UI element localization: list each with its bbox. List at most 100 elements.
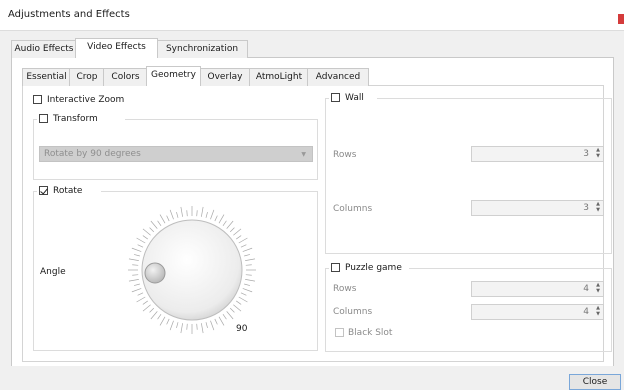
dial-tick <box>240 292 247 296</box>
dial-tick <box>166 215 170 222</box>
dial-tick <box>196 210 198 217</box>
dial-tick <box>245 274 252 276</box>
wall-checkbox[interactable] <box>331 93 340 102</box>
black-slot-checkbox[interactable] <box>335 328 344 337</box>
dial-tick <box>245 264 252 266</box>
spin-arrows-icon[interactable]: ▲ ▼ <box>596 201 600 213</box>
tab-colors[interactable]: Colors <box>103 68 148 86</box>
dial-tick <box>214 318 218 325</box>
puzzle-columns-spinbox[interactable]: 4 ▲ ▼ <box>471 304 604 320</box>
dial-tick <box>166 318 170 325</box>
tab-audio-effects[interactable]: Audio Effects <box>11 40 77 58</box>
dial-tick <box>205 211 208 218</box>
chevron-down-icon: ▼ <box>301 151 306 158</box>
close-button[interactable]: Close <box>569 374 621 390</box>
dial-tick <box>133 254 140 257</box>
wall-columns-spinbox[interactable]: 3 ▲ ▼ <box>471 200 604 216</box>
wall-columns-value: 3 <box>583 203 589 213</box>
transform-group-header: Transform <box>37 112 125 126</box>
tab-essential[interactable]: Essential <box>22 68 71 86</box>
wall-label: Wall <box>345 93 364 103</box>
wall-rows-label: Rows <box>333 150 357 160</box>
dial-tick <box>176 322 179 329</box>
dial-tick <box>242 288 253 293</box>
rotate-label: Rotate <box>53 186 83 196</box>
dial-tick <box>142 228 151 236</box>
dial-knob[interactable] <box>144 262 166 284</box>
dial-tick <box>244 283 251 286</box>
spin-arrows-icon[interactable]: ▲ ▼ <box>596 305 600 317</box>
tab-video-effects[interactable]: Video Effects <box>75 38 158 58</box>
dial-tick <box>238 296 248 303</box>
dial-tick <box>180 323 183 334</box>
tab-crop[interactable]: Crop <box>69 68 105 86</box>
dial-tick <box>128 279 139 282</box>
dial-tick <box>157 220 162 226</box>
dial-tick <box>169 209 174 220</box>
interactive-zoom-label: Interactive Zoom <box>47 95 125 105</box>
dial-tick <box>157 314 162 320</box>
dial-tick <box>229 227 235 233</box>
dial-tick <box>201 206 204 217</box>
dial-tick <box>132 264 139 266</box>
rotation-dial[interactable] <box>122 200 262 340</box>
dial-tick <box>180 206 183 217</box>
wall-rows-value: 3 <box>583 149 589 159</box>
tab-geometry[interactable]: Geometry <box>146 66 201 86</box>
title-bar: Adjustments and Effects <box>0 0 624 31</box>
dial-tick <box>142 235 148 240</box>
interactive-zoom-checkbox[interactable] <box>33 95 42 104</box>
window-title: Adjustments and Effects <box>8 9 130 20</box>
wall-rows-spinbox[interactable]: 3 ▲ ▼ <box>471 146 604 162</box>
puzzle-rows-value: 4 <box>583 284 589 294</box>
puzzle-rows-label: Rows <box>333 284 357 294</box>
dial-tick <box>136 237 146 244</box>
dial-tick <box>131 247 142 252</box>
dial-tick <box>226 311 234 320</box>
transform-checkbox[interactable] <box>39 114 48 123</box>
angle-value: 90 <box>236 324 248 334</box>
dial-tick <box>236 300 242 305</box>
puzzle-label: Puzzle game <box>345 263 402 273</box>
puzzle-checkbox[interactable] <box>331 263 340 272</box>
dial-tick <box>222 220 227 226</box>
dial-tick <box>176 211 179 218</box>
close-icon[interactable] <box>618 14 624 24</box>
transform-combo[interactable]: Rotate by 90 degrees ▼ <box>39 146 313 162</box>
tab-overlay[interactable]: Overlay <box>199 68 251 86</box>
wall-group-header: Wall <box>329 91 377 105</box>
dial-tick <box>137 292 144 296</box>
dial-tick <box>136 296 146 303</box>
spin-arrows-icon[interactable]: ▲ ▼ <box>596 147 600 159</box>
dial-tick <box>214 215 218 222</box>
dial-tick <box>142 304 151 312</box>
dial-tick <box>218 214 225 224</box>
rotate-checkbox[interactable] <box>39 186 48 195</box>
dial-tick <box>150 311 158 320</box>
puzzle-columns-value: 4 <box>583 307 589 317</box>
dial-tick <box>149 307 155 313</box>
dial-tick <box>240 244 247 248</box>
tab-advanced[interactable]: Advanced <box>307 68 369 86</box>
dial-tick <box>236 235 242 240</box>
dial-tick <box>132 274 139 276</box>
transform-label: Transform <box>53 114 98 124</box>
tab-synchronization[interactable]: Synchronization <box>156 40 248 58</box>
dial-tick <box>137 244 144 248</box>
dial-tick <box>133 283 140 286</box>
main-tab-bar: Audio Effects Video Effects Synchronizat… <box>11 38 611 58</box>
sub-tab-bar: Essential Crop Colors Geometry Overlay A… <box>22 66 602 86</box>
spin-arrows-icon[interactable]: ▲ ▼ <box>596 282 600 294</box>
dial-tick <box>210 209 215 220</box>
puzzle-group-header: Puzzle game <box>329 261 409 275</box>
puzzle-columns-label: Columns <box>333 307 373 317</box>
tab-atmolight[interactable]: AtmoLight <box>249 68 309 86</box>
dial-tick <box>201 323 204 334</box>
dial-tick <box>159 214 166 224</box>
wall-group <box>325 98 612 254</box>
dial-tick <box>128 258 139 261</box>
dial-tick <box>150 220 158 229</box>
dial-tick <box>159 316 166 326</box>
puzzle-rows-spinbox[interactable]: 4 ▲ ▼ <box>471 281 604 297</box>
rotate-group-header: Rotate <box>37 184 101 198</box>
